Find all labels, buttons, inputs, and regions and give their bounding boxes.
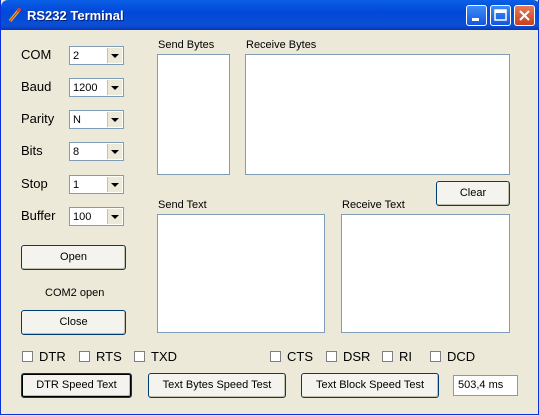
minimize-button[interactable] (466, 5, 487, 26)
rts-checkbox[interactable] (79, 351, 90, 362)
receive-text-label: Receive Text (342, 199, 405, 211)
dsr-checkbox[interactable] (326, 351, 337, 362)
ri-checkbox[interactable] (382, 351, 393, 362)
bits-value: 8 (73, 146, 80, 158)
chevron-down-icon[interactable] (107, 48, 122, 63)
stop-label: Stop (21, 176, 48, 191)
dtr-speed-test-button[interactable]: DTR Speed Text (21, 373, 132, 398)
send-bytes-label: Send Bytes (158, 39, 215, 51)
text-block-speed-test-button[interactable]: Text Block Speed Test (301, 373, 439, 398)
chevron-down-icon[interactable] (107, 144, 122, 159)
dsr-label: DSR (343, 349, 371, 364)
baud-select[interactable]: 1200 (69, 78, 124, 97)
txd-label: TXD (151, 349, 177, 364)
cts-label: CTS (287, 349, 313, 364)
buffer-value: 100 (73, 211, 92, 223)
close-window-button[interactable] (514, 5, 535, 26)
parity-label: Parity (21, 111, 55, 126)
bits-select[interactable]: 8 (69, 142, 124, 161)
chevron-down-icon[interactable] (107, 112, 122, 127)
bits-label: Bits (21, 143, 43, 158)
title-bar[interactable]: RS232 Terminal (1, 0, 539, 30)
rs232-terminal-window: RS232 Terminal COM 2 Baud 1200 Parity N … (0, 0, 539, 415)
chevron-down-icon[interactable] (107, 177, 122, 192)
com-select[interactable]: 2 (69, 46, 124, 65)
parity-select[interactable]: N (69, 110, 124, 129)
dtr-label: DTR (39, 349, 66, 364)
maximize-button[interactable] (490, 5, 511, 26)
stop-select[interactable]: 1 (69, 175, 124, 194)
send-text-label: Send Text (158, 199, 207, 211)
baud-label: Baud (21, 79, 52, 94)
receive-bytes-label: Receive Bytes (246, 39, 317, 51)
open-button[interactable]: Open (21, 245, 126, 270)
parity-value: N (73, 114, 81, 126)
dcd-checkbox[interactable] (430, 351, 441, 362)
txd-checkbox[interactable] (134, 351, 145, 362)
receive-bytes-box[interactable] (245, 54, 510, 175)
maximize-icon (494, 9, 507, 21)
text-bytes-speed-test-button[interactable]: Text Bytes Speed Test (148, 373, 286, 398)
status-text: COM2 open (45, 287, 105, 299)
minimize-icon (472, 18, 479, 21)
buffer-label: Buffer (21, 208, 56, 223)
cts-checkbox[interactable] (270, 351, 281, 362)
send-text-box[interactable] (157, 214, 325, 333)
dcd-label: DCD (447, 349, 476, 364)
baud-value: 1200 (73, 82, 98, 94)
window-title: RS232 Terminal (27, 8, 124, 23)
close-port-button[interactable]: Close (21, 310, 126, 335)
dtr-checkbox[interactable] (22, 351, 33, 362)
close-icon (519, 10, 530, 21)
rts-label: RTS (96, 349, 122, 364)
send-bytes-box[interactable] (157, 54, 230, 175)
timing-output-field[interactable]: 503,4 ms (453, 375, 518, 396)
chevron-down-icon[interactable] (107, 209, 122, 224)
ri-label: RI (399, 349, 412, 364)
stop-value: 1 (73, 179, 80, 191)
chevron-down-icon[interactable] (107, 80, 122, 95)
com-label: COM (21, 47, 52, 62)
clear-button[interactable]: Clear (436, 181, 510, 206)
receive-text-box[interactable] (341, 214, 510, 333)
buffer-select[interactable]: 100 (69, 207, 124, 226)
com-value: 2 (73, 50, 80, 62)
app-icon (8, 8, 21, 22)
